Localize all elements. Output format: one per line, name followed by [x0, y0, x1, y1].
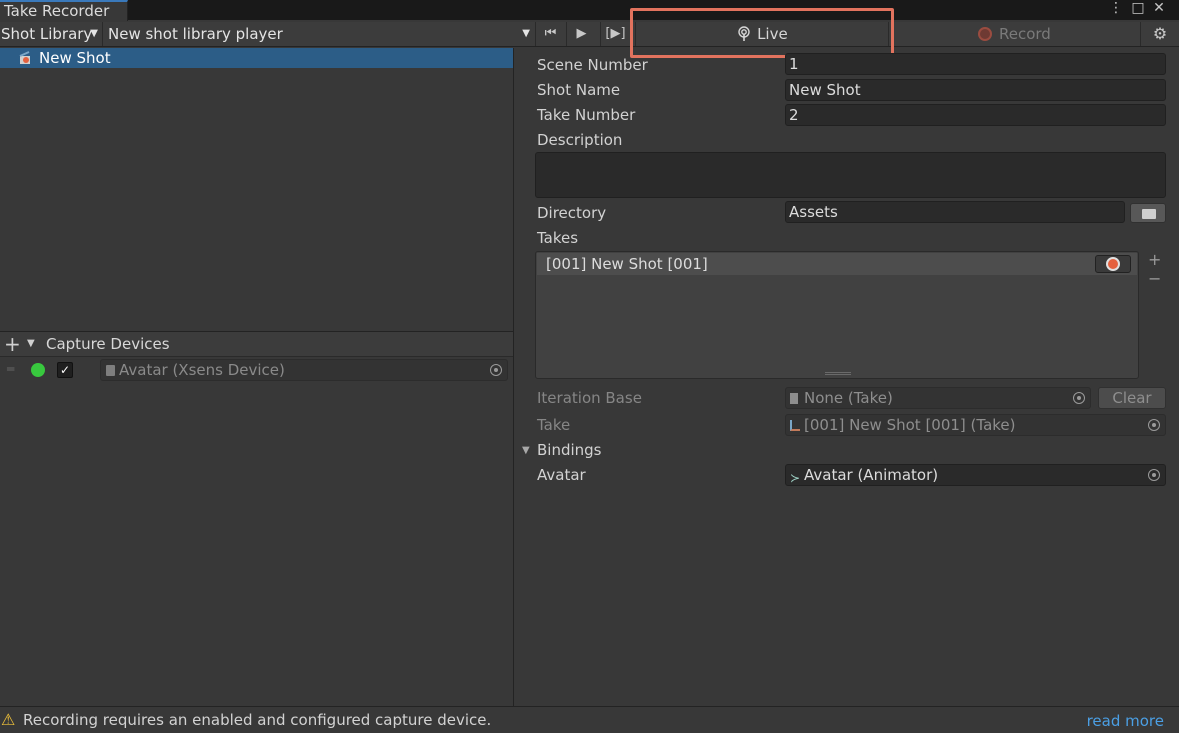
capture-device-row[interactable]: ═ ✓ Avatar (Xsens Device): [0, 358, 513, 382]
capture-devices-header: + ▼ Capture Devices: [0, 331, 513, 357]
take-asset-icon: [790, 420, 800, 431]
device-object-field[interactable]: Avatar (Xsens Device): [100, 359, 508, 381]
resize-handle-icon[interactable]: [825, 372, 851, 375]
takes-label: Takes: [537, 229, 579, 247]
iteration-base-field[interactable]: None (Take): [785, 387, 1091, 409]
device-icon: [106, 365, 115, 376]
dropdown-arrow-icon: ▼: [90, 28, 98, 39]
close-icon[interactable]: ✕: [1150, 0, 1168, 18]
avatar-label: Avatar: [537, 466, 586, 484]
directory-field[interactable]: Assets: [785, 201, 1125, 223]
shot-name: New Shot: [39, 49, 111, 67]
shot-list-item[interactable]: New Shot: [0, 48, 513, 68]
status-dot-icon: [31, 363, 45, 377]
asset-icon: [790, 393, 798, 404]
device-enabled-checkbox[interactable]: ✓: [57, 362, 73, 378]
preview-button[interactable]: [▶]: [600, 22, 630, 46]
gear-icon: ⚙: [1152, 24, 1168, 43]
warning-icon: ⚠: [1, 710, 16, 729]
shot-name-label: Shot Name: [537, 81, 621, 99]
chevron-down-icon[interactable]: ▼: [522, 445, 530, 456]
record-button[interactable]: Record: [888, 22, 1140, 46]
bindings-label[interactable]: Bindings: [537, 440, 602, 460]
animator-icon: ≻: [790, 471, 801, 485]
object-picker-icon[interactable]: [1073, 392, 1085, 404]
scene-number-field[interactable]: 1: [785, 53, 1166, 75]
shot-library-dropdown[interactable]: Shot Library ▼: [0, 22, 100, 46]
take-number-field[interactable]: 2: [785, 104, 1166, 126]
directory-label: Directory: [537, 204, 607, 222]
take-field[interactable]: [001] New Shot [001] (Take): [785, 414, 1166, 436]
skip-start-icon: ⏮: [544, 26, 557, 41]
live-button[interactable]: Live: [635, 22, 888, 46]
window-tab-bar: Take Recorder ⋮ □ ✕: [0, 0, 1179, 21]
folder-icon: [1142, 209, 1156, 219]
device-name: Avatar (Xsens Device): [119, 361, 285, 379]
play-icon: ▶: [576, 26, 587, 41]
settings-button[interactable]: ⚙: [1140, 22, 1179, 46]
shot-inspector: Scene Number 1 Shot Name New Shot Take N…: [514, 48, 1179, 706]
object-picker-icon[interactable]: [1148, 419, 1160, 431]
status-message: Recording requires an enabled and config…: [23, 711, 492, 729]
live-label: Live: [757, 25, 788, 43]
live-icon: [738, 26, 750, 41]
player-dropdown[interactable]: New shot library player ▼: [102, 22, 534, 46]
take-record-button[interactable]: [1095, 255, 1131, 273]
player-label: New shot library player: [108, 25, 283, 43]
remove-take-icon[interactable]: −: [1148, 271, 1161, 287]
take-number-label: Take Number: [537, 106, 636, 124]
preview-icon: [▶]: [605, 26, 626, 41]
object-picker-icon[interactable]: [490, 364, 502, 376]
take-label: Take: [537, 416, 571, 434]
avatar-value: Avatar (Animator): [804, 466, 939, 484]
record-label: Record: [998, 25, 1051, 43]
iteration-base-value: None (Take): [804, 389, 893, 407]
skip-to-start-button[interactable]: ⏮: [535, 22, 565, 46]
record-icon: [1106, 257, 1120, 271]
shot-library-label: Shot Library: [1, 25, 93, 43]
chevron-down-icon[interactable]: ▼: [27, 332, 35, 356]
shot-icon: [19, 51, 30, 64]
avatar-field[interactable]: ≻ Avatar (Animator): [785, 464, 1166, 486]
iteration-base-label: Iteration Base: [537, 389, 642, 407]
take-item-label: [001] New Shot [001]: [546, 255, 708, 273]
record-icon: [978, 27, 993, 41]
read-more-link[interactable]: read more: [1087, 708, 1164, 733]
toolbar: Shot Library ▼ New shot library player ▼…: [0, 22, 1179, 47]
dropdown-arrow-icon: ▼: [522, 28, 530, 39]
add-device-icon[interactable]: +: [4, 332, 21, 356]
drag-handle-icon[interactable]: ═: [7, 362, 14, 376]
tab-take-recorder[interactable]: Take Recorder: [0, 0, 128, 21]
scene-number-label: Scene Number: [537, 56, 648, 74]
more-options-icon[interactable]: ⋮: [1107, 0, 1125, 18]
takes-list: [001] New Shot [001]: [535, 251, 1139, 379]
shot-list-pane: New Shot + ▼ Capture Devices ═ ✓ Avatar …: [0, 48, 513, 706]
capture-devices-title: Capture Devices: [46, 335, 170, 353]
description-label: Description: [537, 131, 623, 149]
description-textarea[interactable]: [535, 152, 1166, 198]
add-take-icon[interactable]: +: [1148, 252, 1161, 268]
take-list-item[interactable]: [001] New Shot [001]: [537, 253, 1137, 275]
status-bar: ⚠ Recording requires an enabled and conf…: [0, 706, 1179, 733]
take-value: [001] New Shot [001] (Take): [804, 416, 1016, 434]
play-button[interactable]: ▶: [566, 22, 596, 46]
browse-folder-button[interactable]: [1130, 203, 1166, 223]
object-picker-icon[interactable]: [1148, 469, 1160, 481]
clear-button[interactable]: Clear: [1098, 387, 1166, 409]
maximize-icon[interactable]: □: [1129, 0, 1147, 18]
shot-name-field[interactable]: New Shot: [785, 79, 1166, 101]
